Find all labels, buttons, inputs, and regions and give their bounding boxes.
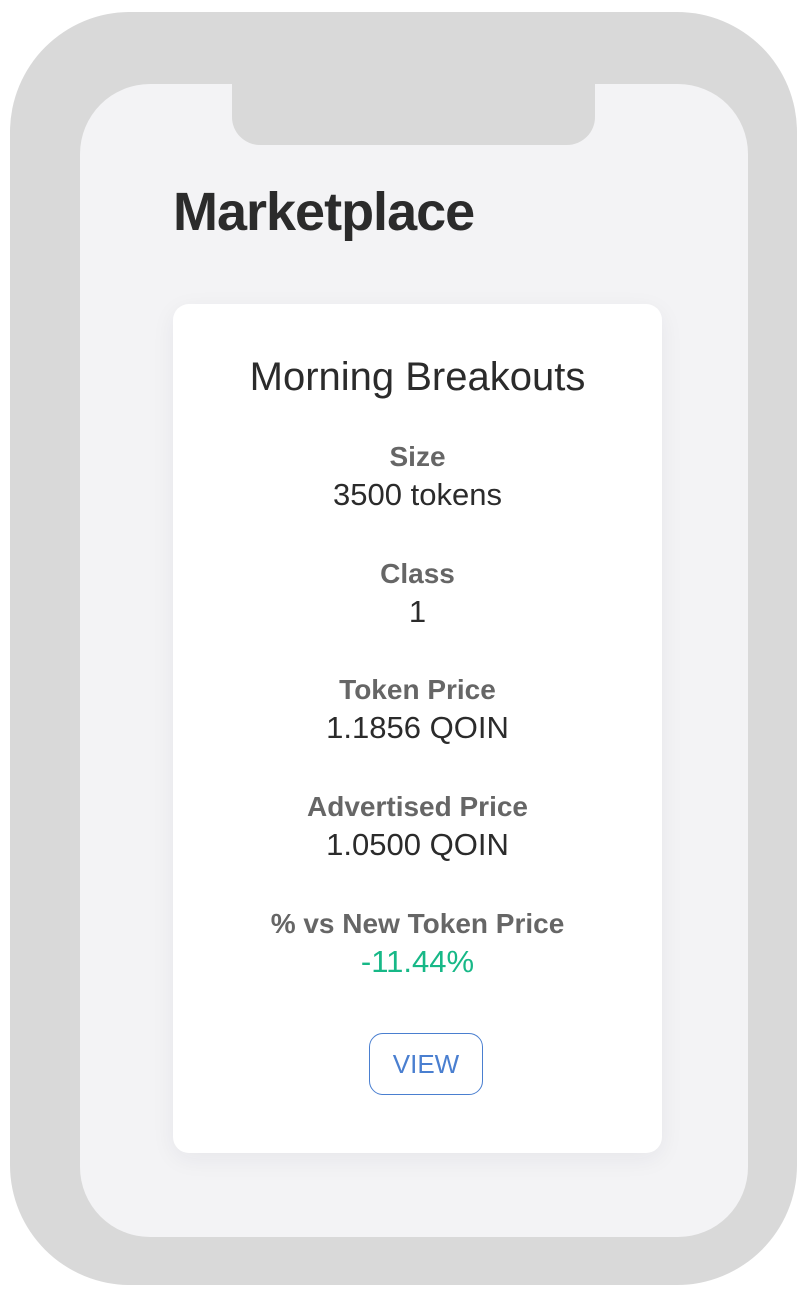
advertised-price-value: 1.0500 QOIN (326, 827, 509, 862)
phone-notch (232, 84, 595, 145)
advertised-price-label: Advertised Price (307, 791, 528, 822)
token-price-value: 1.1856 QOIN (326, 710, 509, 745)
size-value: 3500 tokens (333, 477, 502, 512)
token-price-label: Token Price (339, 674, 496, 705)
size-label: Size (389, 441, 446, 472)
class-field: Class 1 (173, 556, 662, 632)
price-change-label: % vs New Token Price (270, 908, 565, 939)
page-title: Marketplace (173, 182, 475, 242)
price-change-value: -11.44% (360, 944, 475, 979)
listing-card: Morning Breakouts Size 3500 tokens Class… (173, 304, 662, 1153)
token-price-field: Token Price 1.1856 QOIN (173, 672, 662, 748)
phone-screen: Marketplace Morning Breakouts Size 3500 … (80, 84, 748, 1237)
price-change-field: % vs New Token Price -11.44% (173, 906, 662, 982)
class-label: Class (380, 558, 455, 589)
view-button[interactable]: VIEW (369, 1033, 483, 1095)
advertised-price-field: Advertised Price 1.0500 QOIN (173, 789, 662, 865)
phone-frame: Marketplace Morning Breakouts Size 3500 … (10, 12, 797, 1285)
listing-title: Morning Breakouts (249, 355, 586, 399)
class-value: 1 (408, 594, 427, 629)
size-field: Size 3500 tokens (173, 439, 662, 515)
